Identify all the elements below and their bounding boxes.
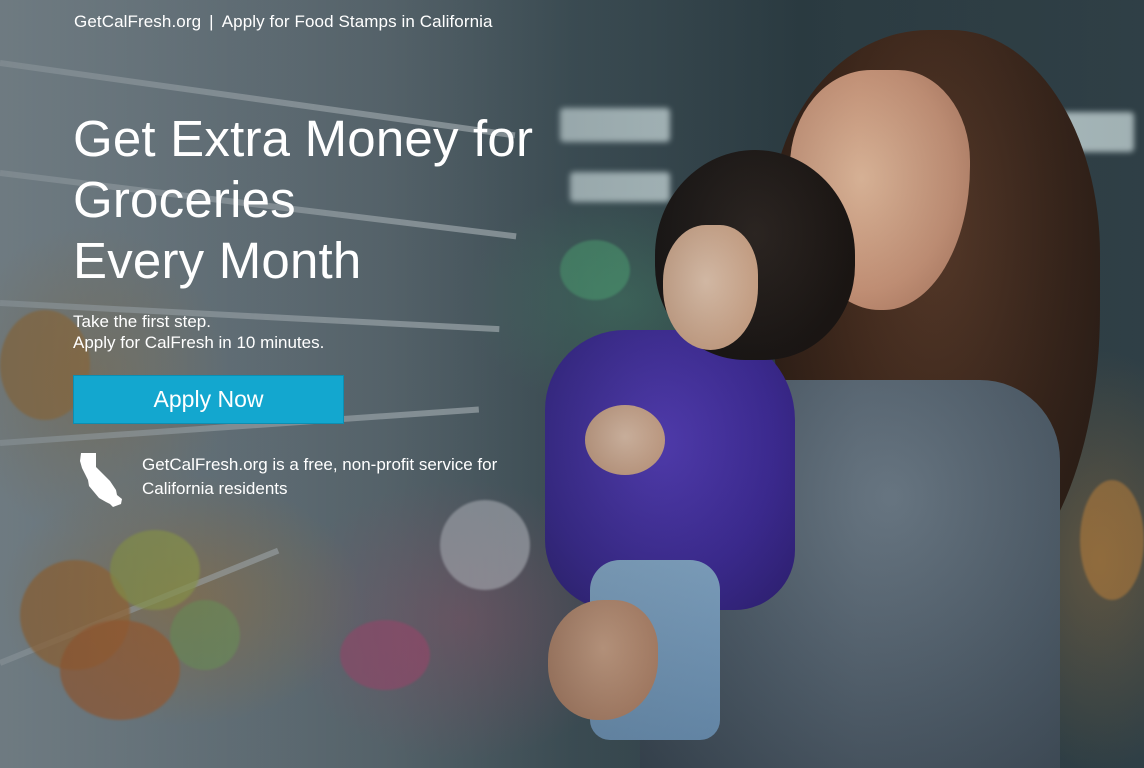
nonprofit-note: GetCalFresh.org is a free, non-profit se… — [142, 455, 498, 498]
headline-line: Groceries — [73, 171, 296, 228]
hero-subtext: Take the first step. Apply for CalFresh … — [73, 311, 324, 353]
top-bar: GetCalFresh.org | Apply for Food Stamps in… — [74, 11, 493, 33]
california-state-icon — [80, 453, 122, 507]
topbar-separator: | — [209, 12, 214, 31]
site-tagline: Apply for Food Stamps in California — [221, 12, 493, 31]
headline-line: Every Month — [73, 232, 362, 289]
hero-headline: Get Extra Money for Groceries Every Mont… — [73, 108, 633, 291]
headline-line: Get Extra Money for — [73, 110, 534, 167]
site-name-link[interactable]: GetCalFresh.org — [74, 12, 201, 31]
subtext-line: Take the first step. — [73, 312, 211, 331]
subtext-line: Apply for CalFresh in 10 minutes. — [73, 333, 325, 352]
apply-now-button[interactable]: Apply Now — [73, 375, 344, 424]
